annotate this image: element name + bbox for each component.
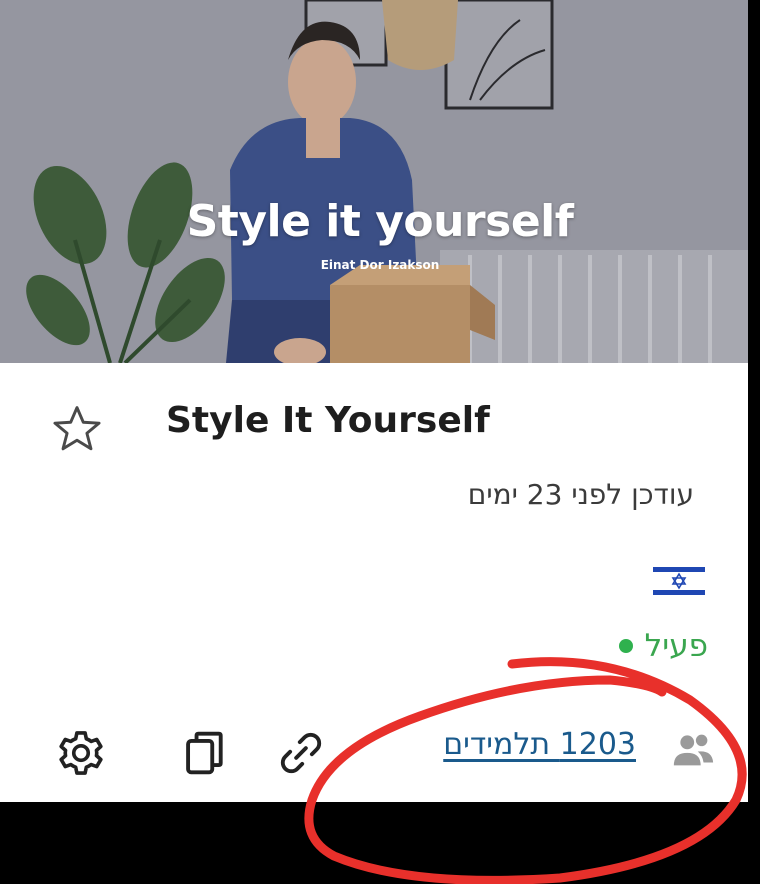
status-label: פעיל bbox=[644, 628, 708, 664]
link-icon[interactable] bbox=[272, 724, 330, 782]
copy-icon[interactable] bbox=[176, 724, 234, 782]
users-icon bbox=[670, 727, 716, 773]
thumbnail-title: Style it yourself bbox=[186, 196, 574, 247]
status-dot-icon bbox=[618, 639, 633, 653]
gear-icon[interactable] bbox=[52, 724, 110, 782]
course-title[interactable]: Style It Yourself bbox=[166, 400, 490, 441]
course-thumbnail[interactable]: Style it yourself Einat Dor Izakson bbox=[0, 0, 748, 363]
status-badge: פעיל bbox=[618, 628, 708, 664]
students-count-link[interactable]: 1203 תלמידים bbox=[443, 727, 636, 762]
course-card: Style it yourself Einat Dor Izakson Styl… bbox=[0, 0, 748, 802]
screen-edge bbox=[748, 0, 760, 802]
star-outline-icon[interactable] bbox=[50, 402, 104, 456]
israel-flag-icon bbox=[653, 563, 705, 599]
thumbnail-subtitle: Einat Dor Izakson bbox=[320, 258, 440, 272]
updated-time: עודכן לפני 23 ימים bbox=[467, 478, 694, 511]
thumbnail-image bbox=[0, 0, 748, 363]
